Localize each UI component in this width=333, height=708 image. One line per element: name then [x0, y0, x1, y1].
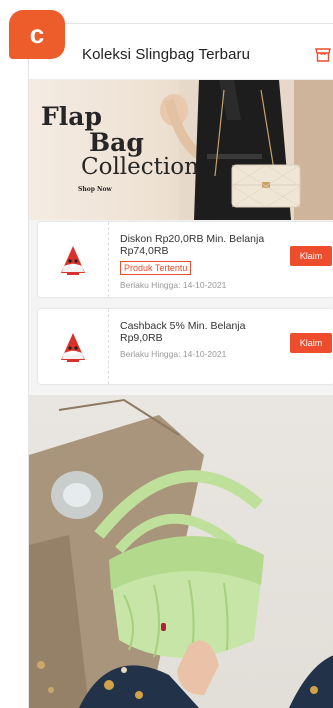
voucher-tag: Produk Tertentu [120, 261, 192, 275]
voucher-title: Cashback 5% Min. Belanja Rp9,0RB [120, 320, 246, 344]
claim-button[interactable]: Klaim [290, 333, 332, 353]
voucher-details: Diskon Rp20,0RB Min. Belanja Rp74,0RB Pr… [120, 233, 280, 291]
mascot-icon [61, 332, 85, 362]
banner-title-collection: Collection [81, 154, 199, 180]
banner-model-photo [160, 80, 333, 220]
voucher-card: Cashback 5% Min. Belanja Rp9,0RB Berlaku… [38, 309, 333, 384]
voucher-details: Cashback 5% Min. Belanja Rp9,0RB Berlaku… [120, 320, 280, 360]
voucher-expiry: Berlaku Hingga: 14-10-2021 [120, 280, 227, 290]
shop-icon[interactable] [315, 48, 331, 62]
claim-button[interactable]: Klaim [290, 246, 332, 266]
banner-title-flap: Flap [41, 102, 102, 131]
voucher-mascot [38, 222, 109, 297]
banner-title-bag: Bag [89, 128, 144, 157]
flap-bag-collection-banner[interactable]: Flap Bag Collection Shop Now [29, 80, 333, 220]
voucher-card: Diskon Rp20,0RB Min. Belanja Rp74,0RB Pr… [38, 222, 333, 297]
panel-label: c [9, 10, 65, 59]
mascot-icon [61, 245, 85, 275]
green-bag-photo [29, 398, 333, 708]
voucher-list: Diskon Rp20,0RB Min. Belanja Rp74,0RB Pr… [29, 220, 333, 392]
banner-shop-now[interactable]: Shop Now [78, 186, 112, 193]
section-header: Koleksi Slingbag Terbaru [29, 24, 333, 80]
section-title: Koleksi Slingbag Terbaru [82, 46, 251, 63]
voucher-mascot [38, 309, 109, 384]
voucher-expiry: Berlaku Hingga: 14-10-2021 [120, 349, 227, 359]
product-photo[interactable] [29, 395, 333, 708]
shop-section-card: Koleksi Slingbag Terbaru Flap Bag Collec… [28, 23, 333, 708]
voucher-title: Diskon Rp20,0RB Min. Belanja Rp74,0RB [120, 233, 265, 257]
